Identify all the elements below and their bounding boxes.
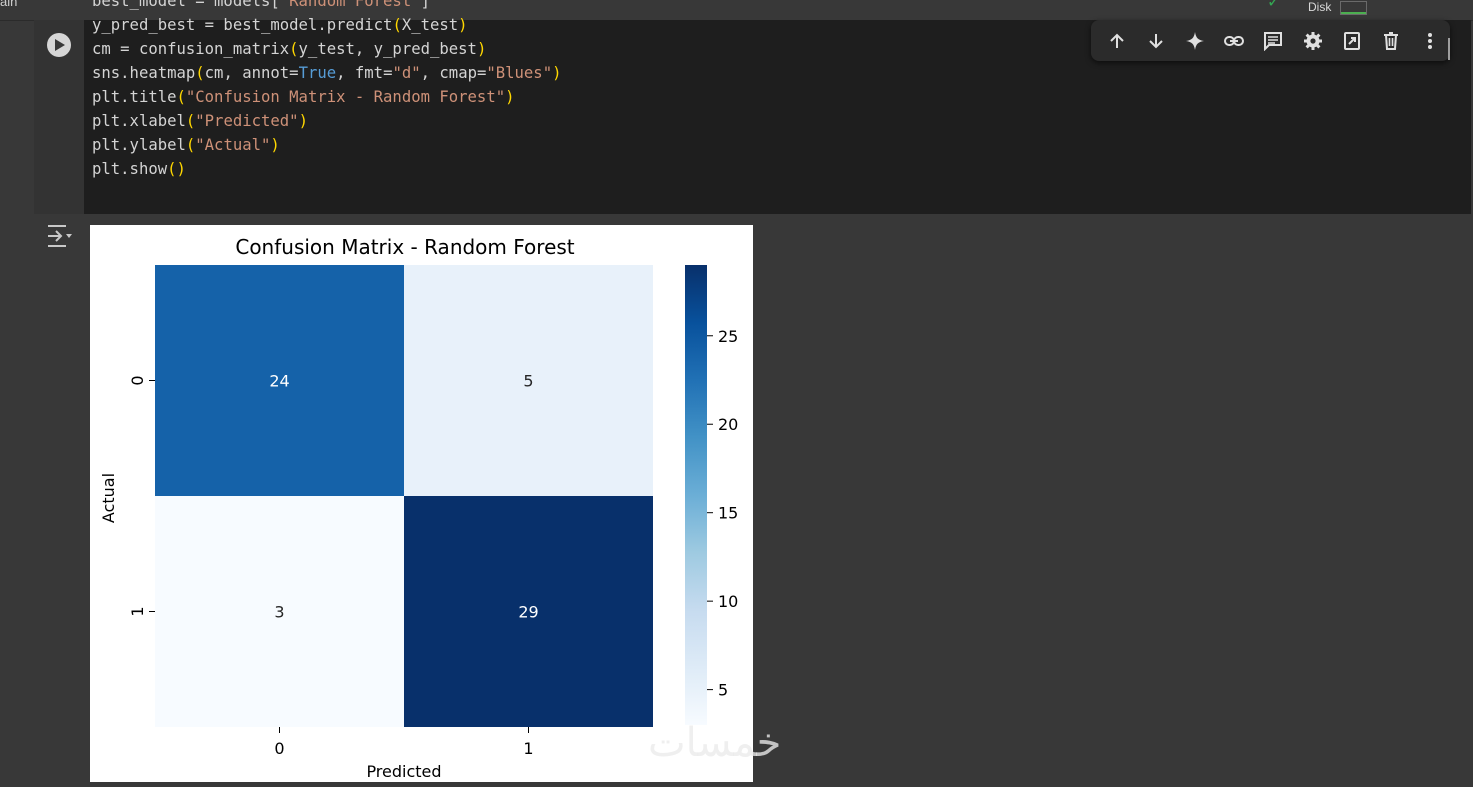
y-axis-label: Actual [99, 473, 118, 523]
link-button[interactable] [1215, 21, 1254, 61]
output-toggle-icon [48, 225, 72, 247]
colorbar [685, 265, 707, 725]
code-line[interactable]: cm = confusion_matrix(y_test, y_pred_bes… [92, 40, 486, 58]
code-token: plt.title [92, 88, 177, 106]
code-token: cm, annot= [204, 64, 299, 82]
code-token: ) [476, 40, 487, 58]
watermark: خمسات [648, 720, 782, 766]
arrow-down-icon [1149, 33, 1163, 48]
arrow-up-icon [1109, 33, 1124, 48]
code-token: "Actual" [195, 136, 271, 154]
disk-label[interactable]: Disk [1308, 0, 1331, 14]
code-token: ) [552, 64, 562, 82]
y-tick-label: 0 [128, 375, 147, 385]
code-token: sns.heatmap [92, 64, 196, 82]
code-token: "Predicted" [195, 112, 299, 130]
colorbar-tick-label: 10 [718, 592, 738, 611]
comment-icon [1264, 31, 1283, 51]
code-block[interactable]: best_model = models["Random Forest"] y_p… [92, 0, 561, 181]
arrow-down-button[interactable] [1136, 21, 1175, 61]
code-line[interactable]: best_model = models["Random Forest"] [92, 0, 430, 10]
code-token: ( [195, 64, 205, 82]
link-icon [1224, 35, 1245, 46]
code-token: "Confusion Matrix - Random Forest" [185, 88, 506, 106]
run-cell-button[interactable] [47, 33, 71, 57]
colorbar-tick-label: 20 [718, 415, 738, 434]
output-toggle-button[interactable] [44, 222, 74, 250]
code-token: ( [176, 88, 186, 106]
code-token: plt.show [92, 160, 168, 178]
code-token: cm = confusion_matrix [92, 40, 290, 58]
code-token: best_model = models[ [92, 0, 280, 10]
code-token: "Random Forest" [279, 0, 421, 10]
code-token: ] [420, 0, 430, 10]
code-token: ) [298, 112, 308, 130]
code-line[interactable]: sns.heatmap(cm, annot=True, fmt="d", cma… [92, 64, 561, 82]
code-token: True [298, 64, 337, 82]
code-line[interactable]: plt.xlabel("Predicted") [92, 112, 308, 130]
code-token: ) [505, 88, 515, 106]
code-token: ( [185, 136, 196, 154]
arrow-up-button[interactable] [1097, 21, 1136, 61]
code-token: plt.xlabel [92, 112, 186, 130]
gear-button[interactable] [1293, 21, 1332, 61]
trash-icon [1384, 31, 1399, 50]
disk-usage-fill [1341, 12, 1366, 14]
code-token: ) [458, 16, 468, 34]
mirror-cell-button[interactable] [1332, 21, 1371, 61]
more-vert-button[interactable] [1411, 21, 1450, 61]
code-token: X_test [401, 16, 459, 34]
gear-icon [1303, 31, 1322, 50]
more-vert-icon [1428, 32, 1433, 49]
colorbar-tick-label: 15 [718, 504, 738, 523]
toolbar-edge [1448, 38, 1450, 60]
mirror-cell-icon [1343, 31, 1360, 50]
colorbar-tick-label: 5 [718, 681, 728, 700]
colorbar-tick-label: 25 [718, 327, 738, 346]
code-token: plt.ylabel [92, 136, 186, 154]
cell-toolbar [1091, 20, 1450, 61]
y-tick-label: 1 [128, 606, 147, 616]
x-tick-label: 0 [274, 739, 284, 758]
code-line[interactable]: plt.ylabel("Actual") [92, 136, 280, 154]
code-token: , cmap= [420, 64, 487, 82]
chart-title: Confusion Matrix - Random Forest [235, 235, 574, 259]
x-tick-label: 1 [523, 739, 533, 758]
top-left-fragment: ain [0, 0, 18, 9]
code-line[interactable]: plt.title("Confusion Matrix - Random For… [92, 88, 514, 106]
code-token: ( [185, 112, 196, 130]
confusion-matrix-chart: Confusion Matrix - Random Forest 24 53 29 … [99, 235, 738, 781]
code-token: y_pred_best = best_model.predict [92, 16, 393, 34]
disk-usage-bar[interactable] [1340, 1, 1367, 15]
code-token: "Blues" [486, 64, 553, 82]
code-token: ( [392, 16, 402, 34]
code-token: () [167, 160, 186, 178]
cell-annotation: 29 [518, 603, 538, 622]
x-axis-label: Predicted [366, 762, 441, 781]
sparkle-button[interactable] [1175, 21, 1214, 61]
code-line[interactable]: plt.show() [92, 160, 186, 178]
chart-figure: Confusion Matrix - Random Forest 24 5 3 29 … [90, 225, 753, 782]
sparkle-icon [1186, 31, 1205, 50]
cell-annotation: 3 [274, 603, 284, 622]
cell-annotation: 5 [523, 372, 533, 391]
code-token: y_test, y_pred_best [298, 40, 477, 58]
code-token: ) [270, 136, 280, 154]
trash-button[interactable] [1372, 21, 1411, 61]
check-icon: ✓ [1267, 0, 1281, 11]
code-token: , fmt= [336, 64, 393, 82]
code-token: "d" [392, 64, 421, 82]
cell-annotation: 24 [269, 372, 289, 391]
comment-button[interactable] [1254, 21, 1293, 61]
code-line[interactable]: y_pred_best = best_model.predict(X_test) [92, 16, 468, 34]
code-token: ( [289, 40, 299, 58]
play-icon [55, 39, 65, 51]
